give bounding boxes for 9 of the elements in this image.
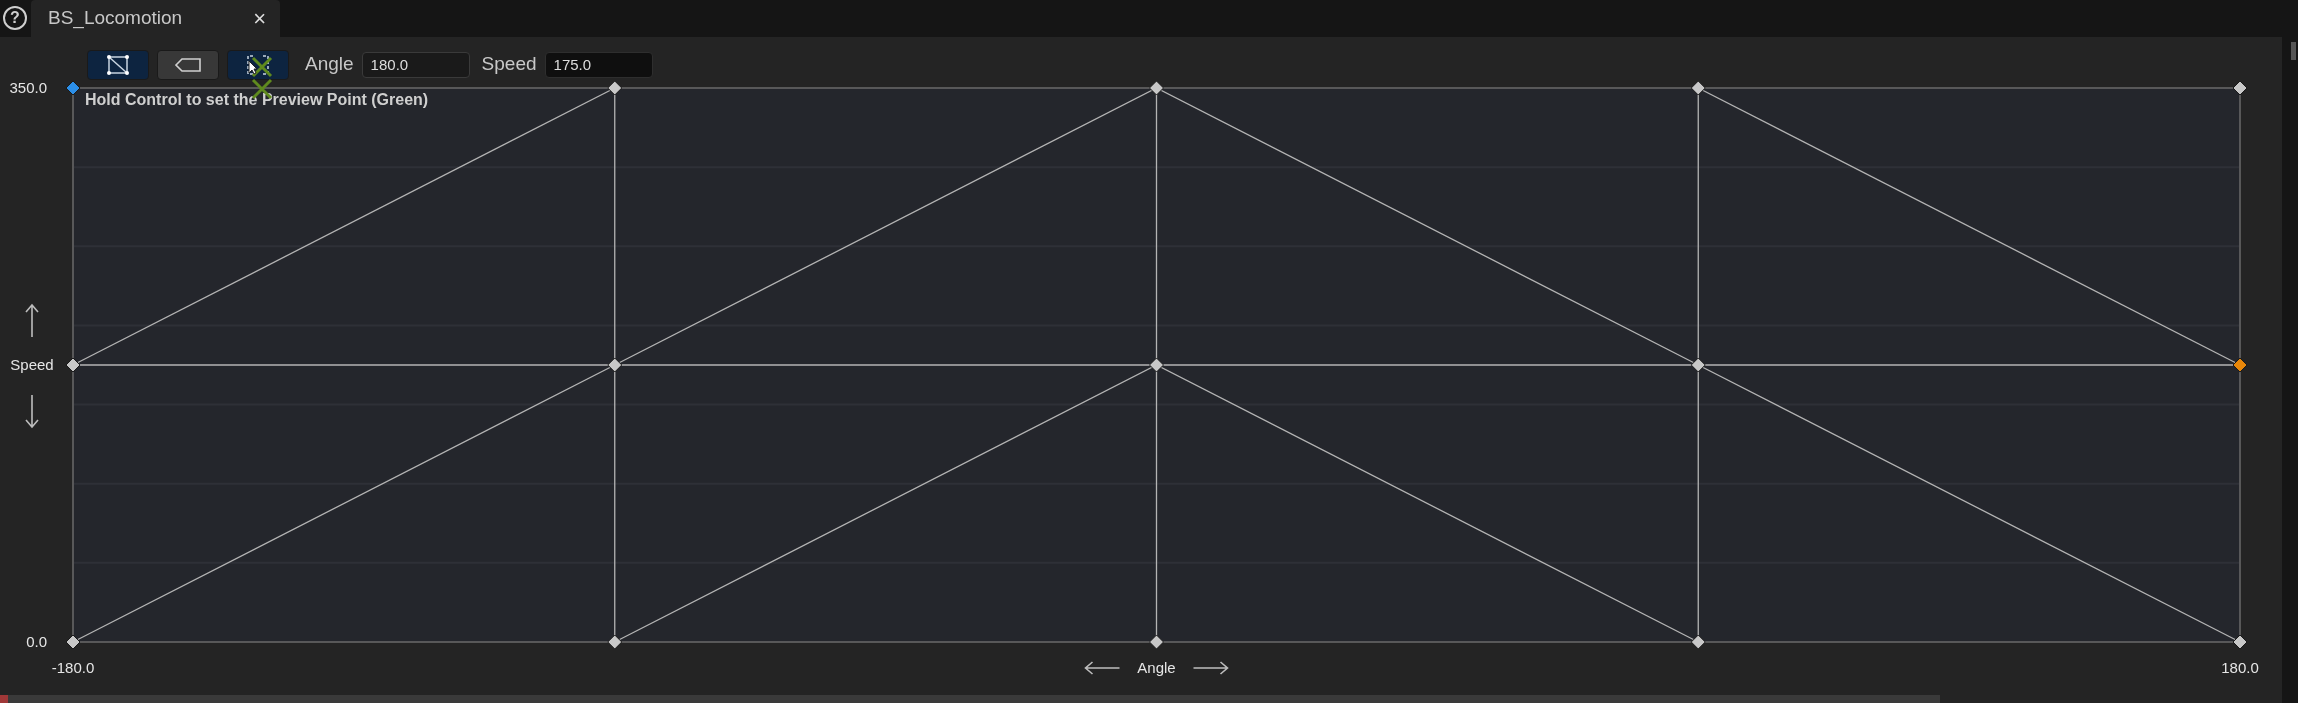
axis-tick-label: -180.0 (51, 659, 95, 676)
axis-title: Angle (1137, 659, 1176, 676)
axis-tick-label: 180.0 (2221, 659, 2259, 676)
axis-tick-label: 0.0 (26, 633, 47, 650)
field-label: Angle (305, 52, 354, 77)
field-label: Speed (481, 52, 537, 77)
hint-text: Hold Control to set the Preview Point (Green) (85, 91, 429, 108)
axis-tick-label: 350.0 (9, 80, 47, 96)
axis-title: Speed (10, 356, 54, 373)
